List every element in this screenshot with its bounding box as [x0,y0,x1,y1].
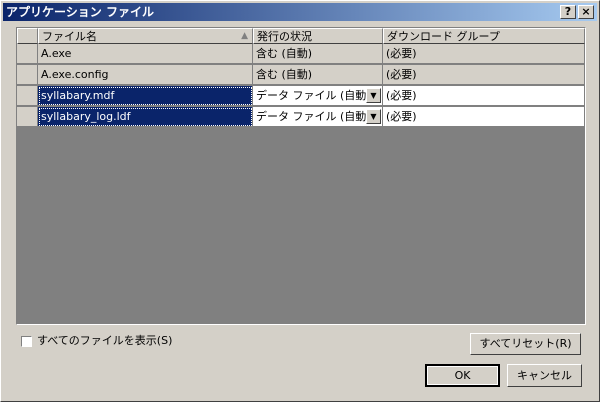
status-cell[interactable]: 含む (自動) [253,44,383,64]
table-row[interactable]: A.exe.config 含む (自動) (必要) [17,65,585,85]
show-all-files-label[interactable]: すべてのファイルを表示(S) [37,334,172,348]
row-selector[interactable] [17,107,38,127]
column-header-status[interactable]: 発行の状況 [253,28,383,44]
sort-ascending-icon: ▲ [241,31,248,41]
chevron-down-icon[interactable]: ▼ [366,88,381,103]
group-cell[interactable]: (必要) [383,86,585,106]
row-selector[interactable] [17,44,38,64]
filename-cell[interactable]: A.exe.config [38,65,253,85]
filename-cell[interactable]: syllabary_log.ldf [38,107,253,127]
table-row[interactable]: syllabary_log.ldf データ ファイル (自動) ▼ (必要) [17,107,585,127]
status-select[interactable]: データ ファイル (自動) ▼ [253,86,383,106]
status-cell[interactable]: 含む (自動) [253,65,383,85]
help-button[interactable]: ? [560,5,576,19]
column-header-label: ファイル名 [42,30,97,43]
status-select-value: データ ファイル (自動) [256,89,371,102]
title-bar[interactable]: アプリケーション ファイル ? × [3,3,597,21]
group-cell[interactable]: (必要) [383,44,585,64]
status-select[interactable]: データ ファイル (自動) ▼ [253,107,383,127]
close-button[interactable]: × [578,5,594,19]
files-grid: ファイル名 ▲ 発行の状況 ダウンロード グループ A.exe 含む (自動) … [16,27,586,325]
table-row[interactable]: syllabary.mdf データ ファイル (自動) ▼ (必要) [17,86,585,106]
ok-button[interactable]: OK [425,364,500,387]
chevron-down-icon[interactable]: ▼ [366,109,381,124]
status-select-value: データ ファイル (自動) [256,110,371,123]
window-title: アプリケーション ファイル [6,5,154,19]
column-header-filename[interactable]: ファイル名 ▲ [38,28,253,44]
column-header-group[interactable]: ダウンロード グループ [383,28,585,44]
cancel-button[interactable]: キャンセル [507,364,582,387]
filename-cell[interactable]: syllabary.mdf [38,86,253,106]
table-row[interactable]: A.exe 含む (自動) (必要) [17,44,585,64]
group-cell[interactable]: (必要) [383,107,585,127]
show-all-files-checkbox[interactable] [21,336,32,347]
row-header-corner [17,28,38,44]
row-selector[interactable] [17,65,38,85]
filename-cell[interactable]: A.exe [38,44,253,64]
application-files-dialog: アプリケーション ファイル ? × ファイル名 ▲ 発行の状況 ダウンロード グ… [0,0,600,402]
row-selector[interactable] [17,86,38,106]
group-cell[interactable]: (必要) [383,65,585,85]
reset-all-button[interactable]: すべてリセット(R) [470,333,581,355]
